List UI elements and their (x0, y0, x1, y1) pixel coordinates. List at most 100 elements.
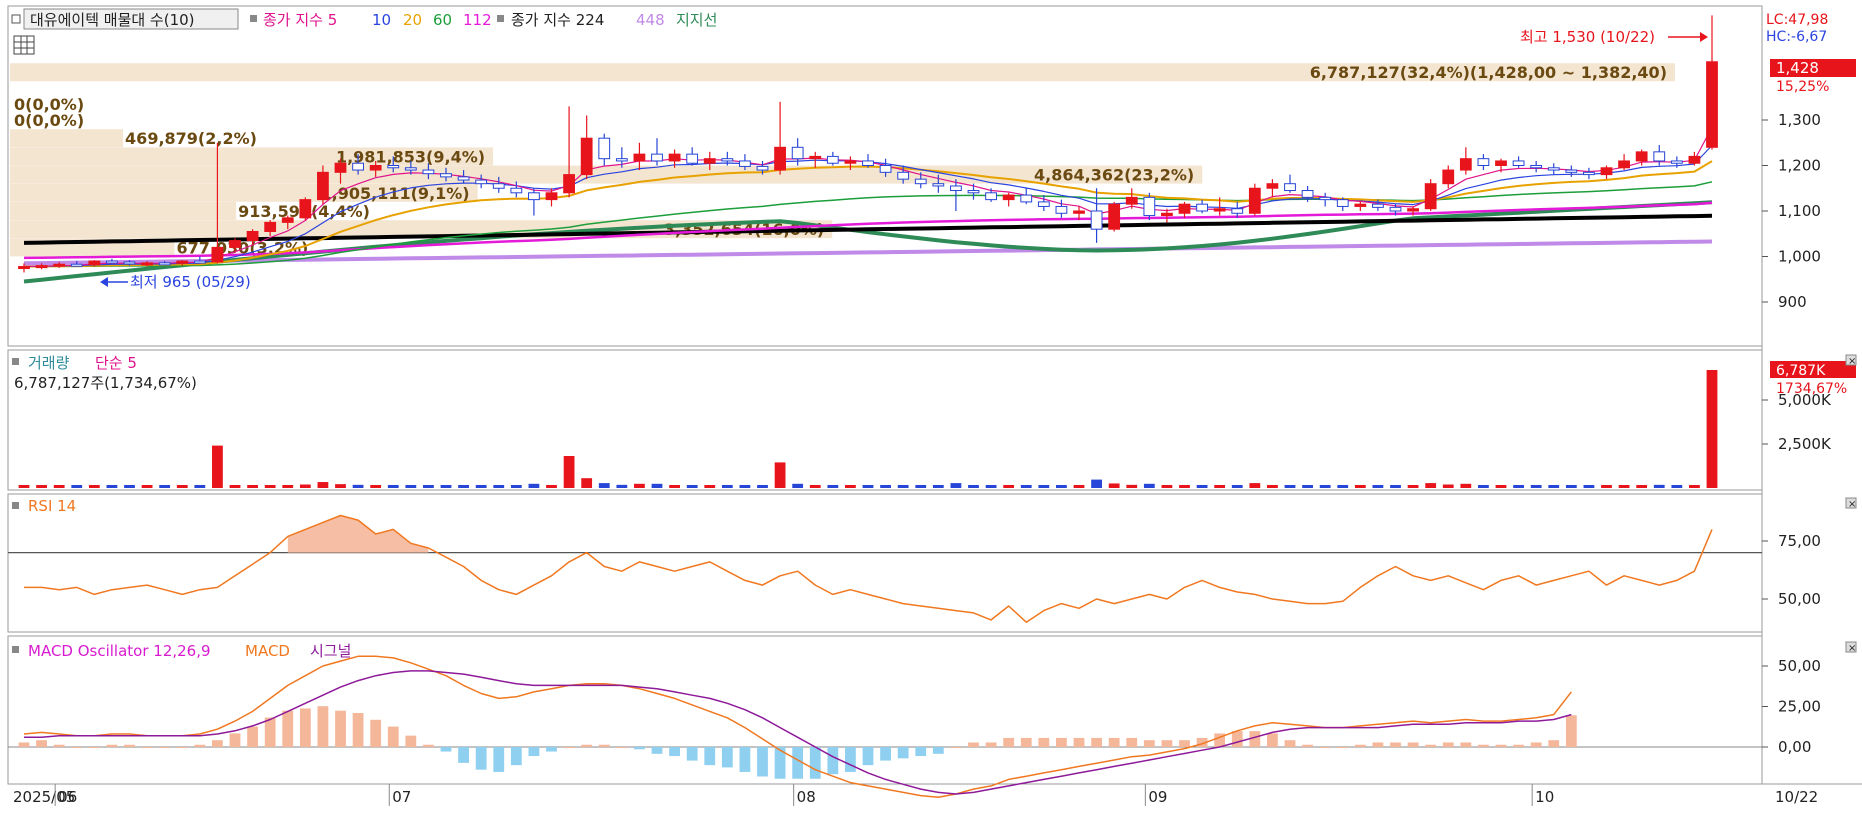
candle-body (686, 153, 699, 164)
volume-bar (880, 485, 891, 488)
y-axis-tick-label: 1,100 (1778, 202, 1821, 220)
candle-body (703, 158, 716, 164)
candle-body (1424, 183, 1437, 210)
volume-bar (1003, 485, 1015, 488)
stock-chart[interactable]: 6,787,127(32,4%)(1,428,00 ~ 1,382,40) 0(0… (0, 0, 1862, 812)
y-axis-tick-label: 1,200 (1778, 157, 1821, 175)
candle-body (1073, 210, 1085, 214)
candle-body (1143, 196, 1156, 217)
volume-bar (194, 485, 206, 488)
volume-bar (1179, 485, 1190, 488)
volume-bar (704, 485, 716, 488)
indicator-toggle-icon[interactable] (12, 358, 19, 365)
lc-value: LC:47,98 (1766, 12, 1828, 28)
macd-oscillator-bar (1038, 737, 1050, 747)
macd-oscillator-bar (229, 733, 241, 747)
candle-body (563, 174, 575, 194)
candle-body (211, 246, 224, 263)
macd-oscillator-bar (669, 747, 680, 757)
macd-oscillator-bar (1565, 715, 1577, 747)
macd-oscillator-bar (212, 740, 223, 747)
macd-oscillator-bar (721, 747, 733, 768)
volume-bar (932, 485, 944, 488)
macd-oscillator-bar (1548, 740, 1560, 747)
macd-oscillator-bar (598, 744, 610, 747)
volume-bar (1495, 485, 1507, 488)
macd-oscillator-bar (1354, 744, 1366, 747)
macd-oscillator-bar (1407, 742, 1419, 747)
candle-body (1618, 160, 1630, 169)
rsi-panel[interactable] (7, 493, 1763, 633)
candle-body (1706, 61, 1718, 148)
volume-profile-label: 469,879(2,2%) (125, 129, 257, 148)
macd-oscillator-bar (616, 747, 628, 748)
volume-axis-tick-label: 2,500K (1778, 435, 1832, 453)
candle-body (1442, 169, 1455, 185)
close-icon[interactable]: × (1845, 497, 1857, 510)
volume-bar (159, 485, 171, 488)
macd-oscillator-bar (897, 747, 909, 759)
candle-body (1547, 167, 1560, 171)
candle-body (158, 262, 171, 266)
volume-bar (71, 485, 83, 488)
indicator-toggle-icon[interactable] (11, 14, 21, 24)
close-icon[interactable]: × (1845, 354, 1857, 367)
volume-bar (124, 485, 135, 488)
volume-ma-label: 단순 5 (95, 354, 137, 372)
indicator-toggle-icon[interactable] (497, 15, 504, 22)
volume-bar (264, 485, 276, 488)
volume-bar (1267, 485, 1278, 488)
volume-bar (1460, 483, 1472, 488)
volume-profile-label: 4,864,362(23,2%) (1034, 166, 1194, 185)
volume-bar (1143, 483, 1155, 488)
volume-bar (897, 485, 909, 488)
volume-bar (757, 485, 768, 488)
x-axis-label: 08 (797, 788, 816, 806)
candle-body (422, 169, 435, 175)
indicator-toggle-icon[interactable] (12, 646, 19, 653)
candle-body (1372, 203, 1384, 208)
volume-bar (1214, 485, 1226, 488)
macd-oscillator-bar (106, 744, 118, 747)
volume-bar (739, 485, 751, 488)
candle-body (1231, 208, 1244, 214)
legend-item: 종가 지수 5 (263, 11, 337, 29)
volume-bar (247, 485, 258, 488)
volume-bar (53, 485, 65, 488)
grid-icon[interactable] (13, 35, 35, 55)
macd-oscillator-bar (299, 708, 311, 747)
close-icon[interactable]: × (1845, 641, 1857, 654)
volume-bar (475, 485, 487, 488)
volume-bar (1126, 484, 1138, 488)
candle-body (1037, 201, 1050, 207)
candle-body (1635, 151, 1648, 162)
candle-body (1055, 205, 1068, 214)
macd-oscillator-bar (827, 747, 839, 775)
macd-oscillator-bar (141, 747, 153, 748)
macd-oscillator-bar (458, 747, 469, 763)
indicator-toggle-icon[interactable] (250, 15, 257, 22)
candle-body (1336, 199, 1349, 207)
candle-body (1389, 206, 1402, 212)
x-axis-label: 10 (1535, 788, 1554, 806)
volume-bar (581, 478, 593, 488)
volume-bar (352, 484, 364, 488)
macd-legend-signal: 시그널 (310, 642, 351, 660)
macd-oscillator-bar (1091, 737, 1102, 747)
volume-profile-label: 6,787,127(32,4%)(1,428,00 ~ 1,382,40) (1310, 63, 1667, 82)
volume-bar (510, 485, 522, 488)
macd-oscillator-bar (159, 747, 171, 748)
volume-bar (1442, 484, 1454, 488)
macd-oscillator-bar (18, 742, 30, 747)
macd-oscillator-bar (440, 747, 452, 752)
macd-oscillator-bar (282, 710, 294, 747)
indicator-toggle-icon[interactable] (12, 502, 19, 509)
candle-body (1196, 203, 1208, 212)
volume-bar (1056, 485, 1067, 488)
volume-profile-label: 0(0,0%) (14, 111, 84, 130)
volume-panel[interactable] (7, 349, 1763, 491)
candle-body (229, 240, 241, 248)
y-axis-tick-label: 900 (1778, 293, 1807, 311)
macd-oscillator-bar (915, 747, 927, 757)
volume-info: 6,787,127주(1,734,67%) (14, 374, 197, 392)
